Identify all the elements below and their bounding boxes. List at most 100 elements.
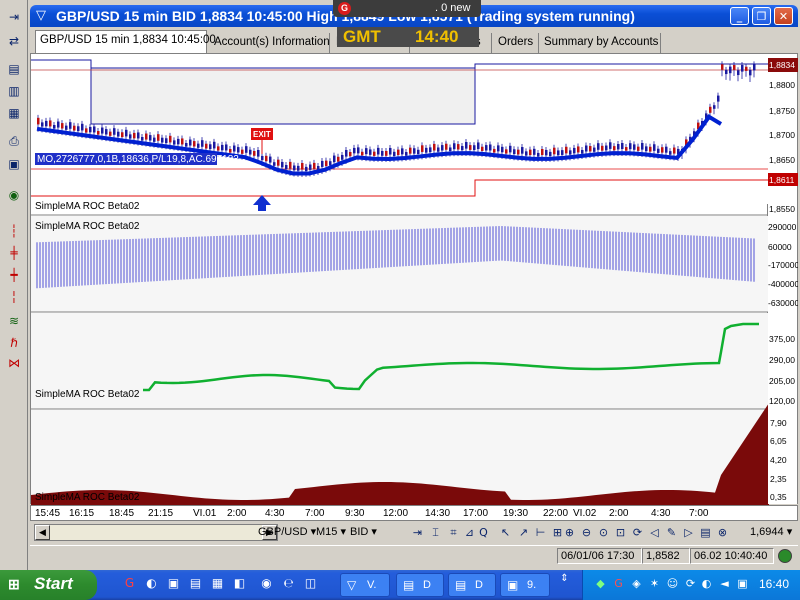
pattern-icon[interactable]: ⋈ xyxy=(4,354,24,372)
tab-chart[interactable]: GBP/USD 15 min 1,8834 10:45:00 xyxy=(35,30,216,53)
candle-body xyxy=(469,145,472,150)
zoom-fit-icon[interactable]: ⊙ xyxy=(596,525,611,540)
tab-account-information[interactable]: Account(s) Information xyxy=(210,33,330,53)
tray-sync-icon[interactable]: ⟳ xyxy=(683,577,698,592)
quicklaunch-media-icon[interactable]: ◧ xyxy=(231,576,248,593)
candle-body xyxy=(345,149,348,157)
settings-icon[interactable]: ▣ xyxy=(4,155,24,173)
candle-body xyxy=(573,147,576,154)
price-type-select[interactable]: BID ▾ xyxy=(350,525,377,538)
maximize-button[interactable]: ❐ xyxy=(752,7,771,25)
layout-3-icon[interactable]: ▦ xyxy=(4,104,24,122)
tab-orders[interactable]: Orders xyxy=(494,33,539,53)
tray-update-icon[interactable]: ◐ xyxy=(699,577,714,592)
candle-body xyxy=(137,132,140,139)
query-icon[interactable]: Q xyxy=(476,525,491,540)
bar-icon[interactable]: ┿ xyxy=(4,266,24,284)
quicklaunch-calc-icon[interactable]: ▦ xyxy=(209,576,226,593)
target-icon[interactable]: ◉ xyxy=(4,186,24,204)
taskbar-button-document-2[interactable]: ▤ D xyxy=(448,573,496,597)
candle-body xyxy=(281,161,284,168)
price-tick: 1,8700 xyxy=(769,130,795,140)
fit-icon[interactable]: ⊡ xyxy=(613,525,628,540)
pointer-icon[interactable]: ↖ xyxy=(498,525,513,540)
candle-body xyxy=(177,138,180,145)
candle-body xyxy=(113,128,116,135)
tray-display-icon[interactable]: ▣ xyxy=(735,577,750,592)
candle-2-icon[interactable]: ╪ xyxy=(4,244,24,262)
candle-body xyxy=(117,131,120,137)
refresh-icon[interactable]: ⟳ xyxy=(630,525,645,540)
tray-volume-icon[interactable]: ◄ xyxy=(717,577,732,592)
print-icon[interactable]: ⎙ xyxy=(4,132,24,150)
candle-body xyxy=(57,121,60,128)
tool-icon[interactable]: ✎ xyxy=(664,525,679,540)
candle-body xyxy=(125,129,128,137)
pin-icon[interactable]: ⇥ xyxy=(4,8,24,26)
scroll-left-icon[interactable]: ◀ xyxy=(35,525,50,540)
quicklaunch-folder-icon[interactable]: ▤ xyxy=(187,576,204,593)
close-button[interactable]: ✕ xyxy=(774,7,793,25)
quicklaunch-save-icon[interactable]: ▣ xyxy=(165,576,182,593)
zoom-out-icon[interactable]: ⊖ xyxy=(579,525,594,540)
minimize-button[interactable]: _ xyxy=(730,7,749,25)
tray-messenger-icon[interactable]: ☺ xyxy=(665,577,680,592)
jump-icon[interactable]: ⇥ xyxy=(410,525,425,540)
start-button[interactable]: ⊞ Start xyxy=(0,570,97,600)
zoom-select[interactable]: 1,6944 ▾ xyxy=(750,525,792,538)
taskbar-button-document-1[interactable]: ▤ D xyxy=(396,573,444,597)
price-axis: 1,8834 1,8800 1,8750 1,8700 1,8650 1,861… xyxy=(768,53,799,504)
price-indicator-label: SimpleMA ROC Beta02 xyxy=(35,201,140,212)
candle-body xyxy=(553,147,556,155)
candle-icon[interactable]: ┆ xyxy=(4,222,24,240)
taskbar-button-terminal[interactable]: ▣ 9. xyxy=(500,573,550,597)
back-icon[interactable]: ◁ xyxy=(647,525,662,540)
tab-summary-by-accounts[interactable]: Summary by Accounts xyxy=(540,33,661,53)
quicklaunch-player-icon[interactable]: ◉ xyxy=(258,576,275,593)
horizontal-scrollbar[interactable]: ◀ ▶ xyxy=(34,524,278,541)
quicklaunch-app-icon[interactable]: G xyxy=(121,576,138,593)
position-label: MO,2726777,0,1B,18636,P/L19,8,AC.697182 xyxy=(37,154,239,165)
candle-body xyxy=(529,149,532,156)
trend-icon[interactable]: ↗ xyxy=(516,525,531,540)
quicklaunch-explorer-icon[interactable]: ◫ xyxy=(302,576,319,593)
tray-security-icon[interactable]: ◈ xyxy=(629,577,644,592)
zoom-in-icon[interactable]: ⊕ xyxy=(562,525,577,540)
line-icon[interactable]: ╎ xyxy=(4,288,24,306)
layout-1-icon[interactable]: ▤ xyxy=(4,60,24,78)
candle-body xyxy=(129,134,132,139)
candle-body xyxy=(721,64,724,70)
candle-body xyxy=(201,140,204,147)
price-tick: 1,8800 xyxy=(769,80,795,90)
zoom-value-icon[interactable]: ⊗ xyxy=(715,525,730,540)
timeframe-select[interactable]: M15 ▾ xyxy=(316,525,346,538)
chart-canvas[interactable]: MO,2726777,0,1B,18636,P/L19,8,AC.697182 … xyxy=(31,54,769,505)
layout-2-icon[interactable]: ▥ xyxy=(4,82,24,100)
indicator-icon[interactable]: ≋ xyxy=(4,312,24,330)
crosshair-icon[interactable]: ⌗ xyxy=(446,525,461,540)
candle-body xyxy=(445,143,448,150)
quicklaunch-browser-icon[interactable]: ◐ xyxy=(143,576,160,593)
candle-body xyxy=(549,151,552,157)
tray-app-icon[interactable]: G xyxy=(611,577,626,592)
quicklaunch-ie-icon[interactable]: ℮ xyxy=(280,576,297,593)
time-tick: 16:15 xyxy=(69,508,95,519)
chart-settings-icon[interactable]: ▤ xyxy=(698,525,713,540)
measure-icon[interactable]: ⊿ xyxy=(462,525,477,540)
candle-body xyxy=(625,147,628,151)
symbol-select[interactable]: GBP/USD ▾ xyxy=(258,525,316,538)
tray-antivirus-icon[interactable]: ✶ xyxy=(647,577,662,592)
chart-area[interactable]: MO,2726777,0,1B,18636,P/L19,8,AC.697182 … xyxy=(30,53,769,505)
tray-network-icon[interactable]: ◆ xyxy=(593,577,608,592)
taskbar-button-trading[interactable]: ▽ V. xyxy=(340,573,390,597)
heikin-icon[interactable]: ℏ xyxy=(4,334,24,352)
arrows-icon[interactable]: ⇄ xyxy=(4,32,24,50)
mail-notification[interactable]: G . 0 new xyxy=(333,0,481,17)
taskbar-scroll-icon[interactable]: ⇕ xyxy=(556,573,573,590)
candle-body xyxy=(661,147,664,153)
hline-icon[interactable]: ⊢ xyxy=(533,525,548,540)
extend-icon[interactable]: ▷ xyxy=(681,525,696,540)
candle-body xyxy=(597,143,600,150)
cursor-icon[interactable]: ⌶ xyxy=(428,525,443,540)
time-tick: 21:15 xyxy=(148,508,174,519)
